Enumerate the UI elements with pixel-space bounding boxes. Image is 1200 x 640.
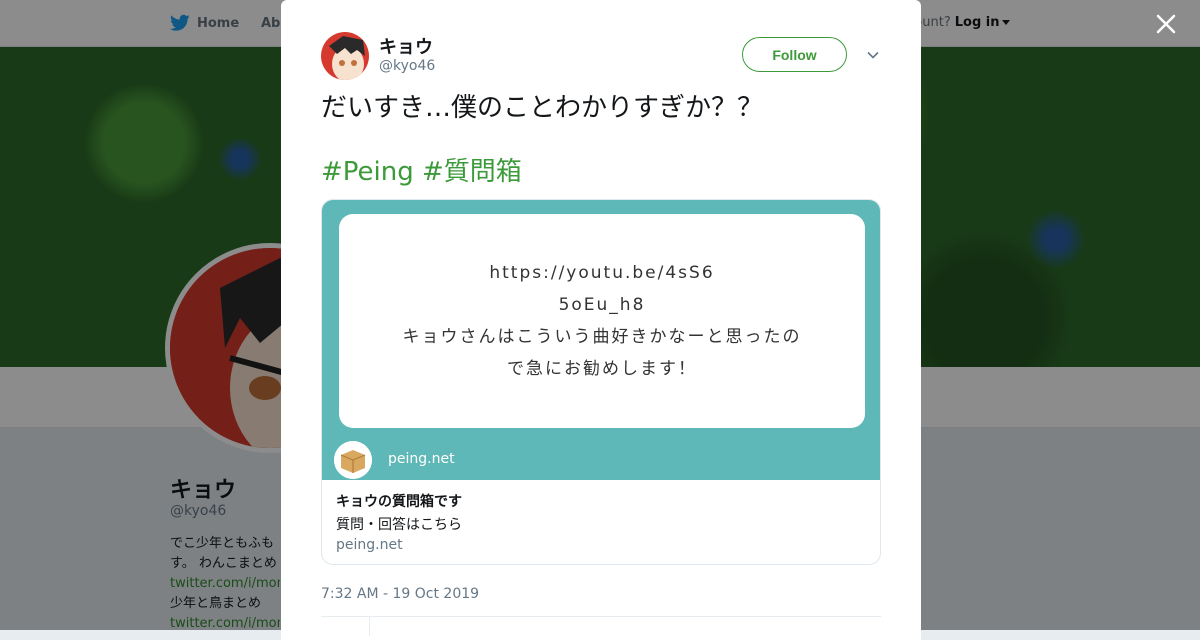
tweet-hashtags: #Peing #質問箱 [321, 155, 522, 189]
tweet-author-avatar[interactable] [321, 32, 369, 80]
card-description: 質問・回答はこちら [336, 517, 462, 533]
author-avatar-illustration [321, 32, 369, 80]
tweet-author-handle[interactable]: @kyo46 [379, 58, 435, 74]
chevron-down-icon[interactable] [866, 48, 880, 62]
card-image-text-line: で急にお勧めします！ [507, 359, 697, 379]
tweet-author-name[interactable]: キョウ [379, 33, 433, 59]
peing-box-icon [334, 441, 372, 479]
tweet-text: だいすき…僕のことわかりすぎか？？ [321, 93, 764, 123]
hashtag-link[interactable]: #Peing [321, 157, 414, 187]
card-image-site: peing.net [388, 451, 455, 467]
card-title: キョウの質問箱です [336, 494, 462, 510]
link-preview-card[interactable]: https://youtu.be/4sS6 5oEu_h8 キョウさんはこういう… [321, 199, 881, 565]
card-domain: peing.net [336, 537, 403, 553]
card-question-paper: https://youtu.be/4sS6 5oEu_h8 キョウさんはこういう… [339, 214, 865, 428]
divider [369, 616, 370, 636]
tweet-modal: キョウ @kyo46 Follow だいすき…僕のことわかりすぎか？？ #Pei… [281, 0, 921, 640]
card-image-text-line: キョウさんはこういう曲好きかなーと思ったの [402, 327, 802, 347]
divider [321, 616, 881, 617]
card-image: https://youtu.be/4sS6 5oEu_h8 キョウさんはこういう… [322, 200, 880, 480]
follow-button[interactable]: Follow [742, 37, 847, 72]
card-image-text-line: 5oEu_h8 [558, 295, 646, 315]
tweet-timestamp[interactable]: 7:32 AM - 19 Oct 2019 [321, 586, 479, 602]
close-icon[interactable] [1153, 11, 1179, 37]
hashtag-link[interactable]: #質問箱 [422, 157, 522, 187]
card-image-text-line: https://youtu.be/4sS6 [489, 263, 715, 283]
